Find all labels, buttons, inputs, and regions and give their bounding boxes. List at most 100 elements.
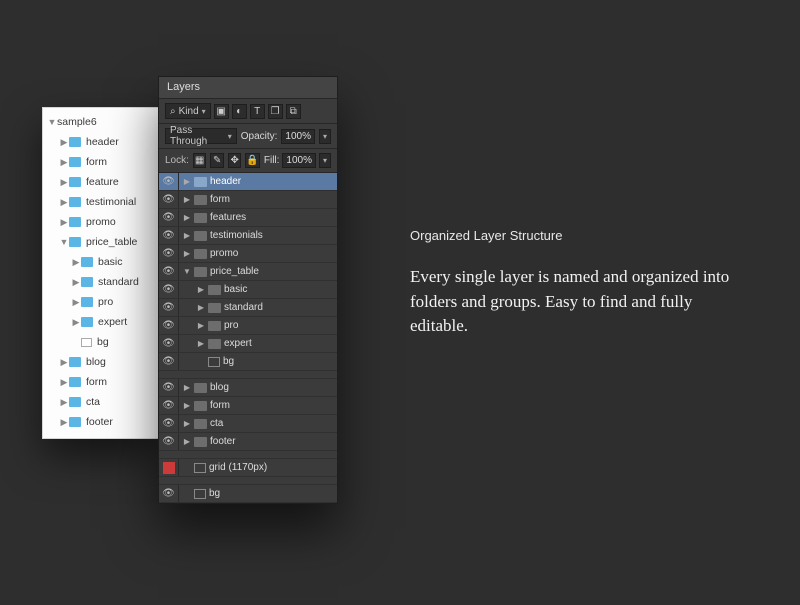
visibility-eye-icon[interactable]: 👁 [159,281,179,298]
disclosure-icon[interactable]: ▶ [59,417,69,428]
tree-item[interactable]: ▶standard [43,272,159,292]
disclosure-icon[interactable]: ▶ [183,195,191,204]
layer-row[interactable]: 👁▶form [159,397,337,415]
disclosure-icon[interactable]: ▶ [71,277,81,288]
disclosure-icon[interactable]: ▼ [47,117,57,127]
tree-item[interactable]: ▶cta [43,392,159,412]
disclosure-icon[interactable]: ▶ [59,177,69,188]
visibility-eye-icon[interactable]: 👁 [159,227,179,244]
disclosure-icon[interactable]: ▼ [183,267,191,276]
disclosure-icon[interactable]: ▶ [59,157,69,168]
disclosure-icon[interactable]: ▶ [183,383,191,392]
tree-item-label: footer [86,416,113,428]
folder-icon [69,177,81,187]
filter-type-icon[interactable]: T [250,104,265,119]
layer-row[interactable]: 👁▶standard [159,299,337,317]
tree-item[interactable]: ▶feature [43,172,159,192]
disclosure-icon[interactable]: ▶ [59,217,69,228]
layer-row[interactable]: 👁▼price_table [159,263,337,281]
visibility-eye-icon[interactable]: 👁 [159,263,179,280]
tree-item[interactable]: ▼price_table [43,232,159,252]
disclosure-icon[interactable]: ▶ [71,297,81,308]
disclosure-icon[interactable]: ▶ [59,397,69,408]
visibility-eye-icon[interactable]: 👁 [159,245,179,262]
visibility-eye-icon[interactable]: 👁 [159,173,179,190]
layer-row[interactable]: 👁▶pro [159,317,337,335]
tree-item[interactable]: bg [43,332,159,352]
visibility-eye-icon[interactable]: 👁 [159,415,179,432]
filter-smart-icon[interactable]: ⧉ [286,104,301,119]
visibility-eye-icon[interactable]: 👁 [159,433,179,450]
layer-row[interactable]: 👁▶basic [159,281,337,299]
tree-item[interactable]: ▶testimonial [43,192,159,212]
blend-mode-dropdown[interactable]: Pass Through ▾ [165,128,237,144]
layer-row[interactable]: 👁▶features [159,209,337,227]
visibility-eye-icon[interactable]: 👁 [159,317,179,334]
disclosure-icon[interactable]: ▶ [59,377,69,388]
disclosure-icon[interactable]: ▶ [197,321,205,330]
tree-root[interactable]: ▼ sample6 [43,112,159,132]
panel-tab-layers[interactable]: Layers [159,77,337,99]
visibility-eye-icon[interactable]: 👁 [159,209,179,226]
layer-row[interactable]: 👁▶testimonials [159,227,337,245]
disclosure-icon[interactable]: ▶ [183,231,191,240]
visibility-eye-icon[interactable]: 👁 [159,485,179,502]
visibility-eye-icon[interactable]: 👁 [159,379,179,396]
disclosure-icon[interactable]: ▶ [197,339,205,348]
disclosure-icon[interactable]: ▶ [183,437,191,446]
visibility-eye-icon[interactable]: 👁 [159,299,179,316]
layer-row[interactable]: 👁 ▶ form [159,191,337,209]
tree-item[interactable]: ▶pro [43,292,159,312]
disclosure-icon[interactable]: ▶ [71,317,81,328]
layer-label: form [210,194,230,205]
tree-item[interactable]: ▶promo [43,212,159,232]
layer-row[interactable]: 👁bg [159,353,337,371]
disclosure-icon[interactable]: ▶ [183,419,191,428]
tree-item[interactable]: ▶ footer [43,412,159,432]
layer-label: cta [210,418,223,429]
tree-item[interactable]: ▶expert [43,312,159,332]
lock-label: Lock: [165,155,189,166]
lock-all-icon[interactable]: 🔒 [245,153,259,168]
lock-brush-icon[interactable]: ✎ [210,153,224,168]
layer-row[interactable]: 👁▶footer [159,433,337,451]
opacity-value[interactable]: 100% [281,129,315,144]
visibility-eye-icon[interactable]: 👁 [159,335,179,352]
visibility-eye-icon[interactable]: 👁 [159,191,179,208]
layer-row[interactable]: 👁▶promo [159,245,337,263]
lock-position-icon[interactable]: ✥ [228,153,242,168]
lock-pixels-icon[interactable]: ▦ [193,153,207,168]
layer-row[interactable]: 👁▶expert [159,335,337,353]
tree-item[interactable]: ▶form [43,152,159,172]
disclosure-icon[interactable]: ▶ [197,285,205,294]
layer-row[interactable]: 👁▶blog [159,379,337,397]
filter-kind-dropdown[interactable]: ⌕ Kind ▾ [165,103,211,119]
layer-color-swatch[interactable] [159,459,179,476]
tree-item[interactable]: ▶header [43,132,159,152]
opacity-slider-drop[interactable]: ▾ [319,129,331,144]
disclosure-icon[interactable]: ▶ [183,249,191,258]
tree-item[interactable]: ▶form [43,372,159,392]
disclosure-icon[interactable]: ▶ [183,401,191,410]
disclosure-icon[interactable]: ▶ [71,257,81,268]
filter-pixel-icon[interactable]: ▣ [214,104,229,119]
layer-row[interactable]: grid (1170px) [159,459,337,477]
filter-shape-icon[interactable]: ❐ [268,104,283,119]
fill-slider-drop[interactable]: ▾ [319,153,331,168]
tree-item[interactable]: ▶basic [43,252,159,272]
layer-row[interactable]: 👁bg [159,485,337,503]
fill-value[interactable]: 100% [282,153,316,168]
disclosure-icon[interactable]: ▼ [59,237,69,247]
visibility-eye-icon[interactable]: 👁 [159,397,179,414]
disclosure-icon[interactable]: ▶ [59,357,69,368]
layer-row[interactable]: 👁 ▶ cta [159,415,337,433]
tree-item[interactable]: ▶blog [43,352,159,372]
visibility-eye-icon[interactable]: 👁 [159,353,179,370]
filter-adjustment-icon[interactable]: ◐ [232,104,247,119]
disclosure-icon[interactable]: ▶ [59,197,69,208]
layer-row[interactable]: 👁▶header [159,173,337,191]
disclosure-icon[interactable]: ▶ [183,177,191,186]
disclosure-icon[interactable]: ▶ [59,137,69,148]
disclosure-icon[interactable]: ▶ [183,213,191,222]
disclosure-icon[interactable]: ▶ [197,303,205,312]
